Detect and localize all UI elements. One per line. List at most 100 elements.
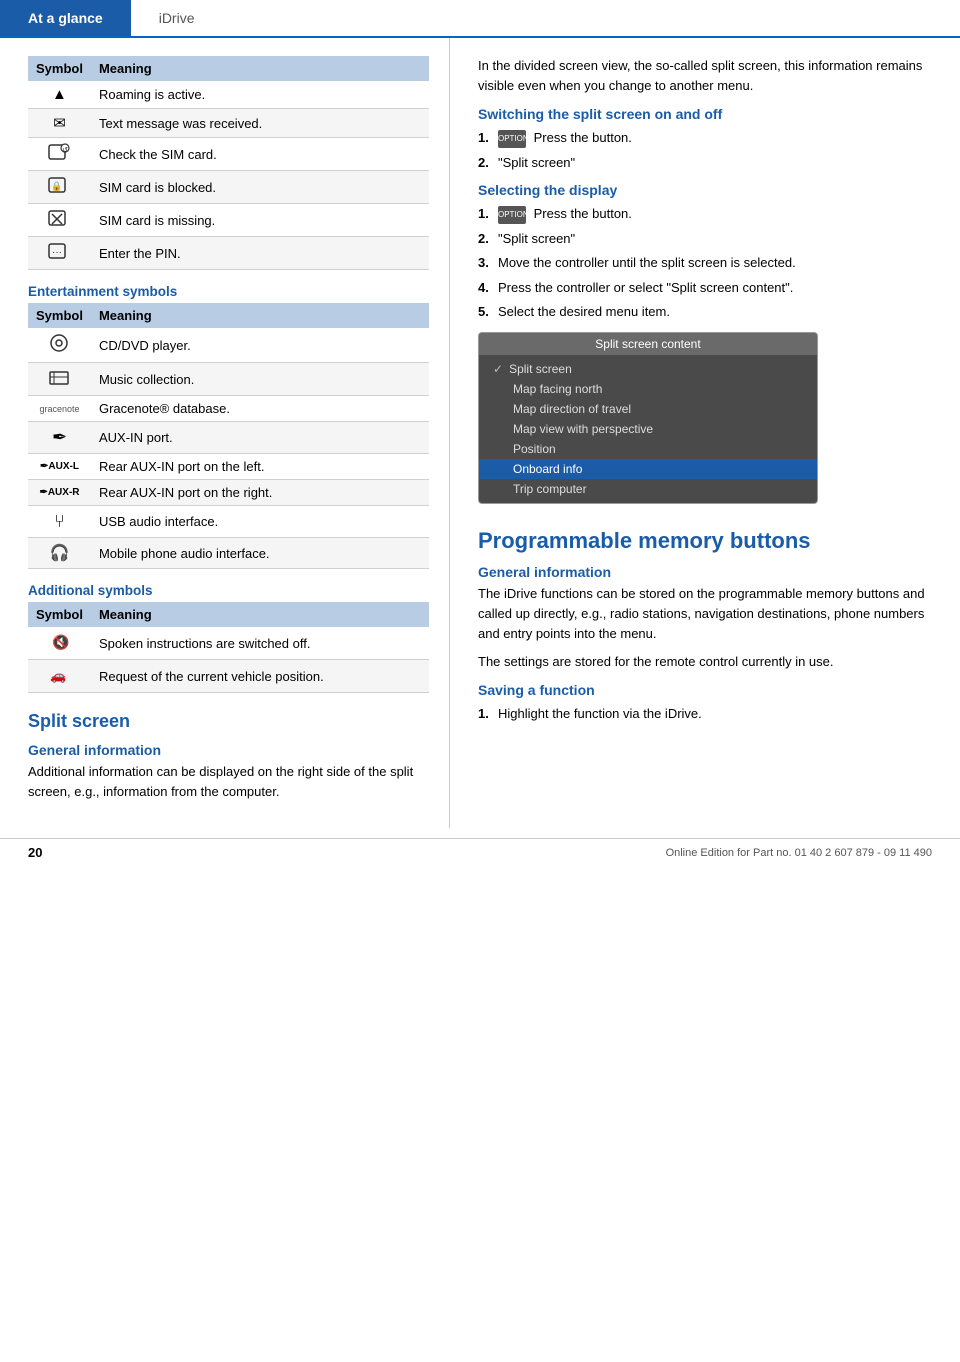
saving-steps-list: 1. Highlight the function via the iDrive…: [478, 704, 932, 724]
list-item: 2. "Split screen": [478, 229, 932, 249]
list-item: 5. Select the desired menu item.: [478, 302, 932, 322]
table-row: ✒AUX-L Rear AUX-IN port on the left.: [28, 454, 429, 480]
list-item: 2. "Split screen": [478, 153, 932, 173]
meaning-cell: AUX-IN port.: [91, 422, 429, 454]
footer-online-text: Online Edition for Part no. 01 40 2 607 …: [666, 847, 932, 859]
symbol-cell: 🔒: [28, 171, 91, 204]
programmable-memory-heading: Programmable memory buttons: [478, 528, 932, 554]
symbol-cell: 🎧: [28, 538, 91, 569]
table-row: ✒AUX-R Rear AUX-IN port on the right.: [28, 480, 429, 506]
meaning-cell: Music collection.: [91, 363, 429, 396]
table-row: ↺ Check the SIM card.: [28, 138, 429, 171]
meaning-cell: CD/DVD player.: [91, 328, 429, 363]
tab-at-a-glance[interactable]: At a glance: [0, 0, 131, 36]
meaning-cell: Mobile phone audio interface.: [91, 538, 429, 569]
table-row: 🔇 Spoken instructions are switched off.: [28, 627, 429, 660]
meaning-cell: Gracenote® database.: [91, 396, 429, 422]
list-item: Map direction of travel: [479, 399, 817, 419]
meaning-cell: SIM card is missing.: [91, 204, 429, 237]
list-item: ✓ Split screen: [479, 359, 817, 379]
svg-text:···: ···: [52, 247, 62, 258]
add-col-symbol: Symbol: [28, 602, 91, 627]
intro-text: In the divided screen view, the so-calle…: [478, 56, 932, 96]
svg-text:↺: ↺: [63, 147, 69, 154]
symbol-cell: [28, 204, 91, 237]
table-row: SIM card is missing.: [28, 204, 429, 237]
right-column: In the divided screen view, the so-calle…: [450, 38, 960, 828]
phone-symbols-table: Symbol Meaning ▲ Roaming is active. ✉ Te…: [28, 56, 429, 270]
switching-steps-list: 1. OPTION Press the button. 2. "Split sc…: [478, 128, 932, 172]
symbol-cell: gracenote: [28, 396, 91, 422]
page-body: Symbol Meaning ▲ Roaming is active. ✉ Te…: [0, 38, 960, 828]
svg-text:🔒: 🔒: [52, 181, 63, 191]
svg-text:🔇: 🔇: [52, 634, 69, 650]
saving-function-heading: Saving a function: [478, 682, 932, 698]
symbol-cell: ✒AUX-L: [28, 454, 91, 480]
tab-idrive[interactable]: iDrive: [131, 0, 223, 36]
add-col-meaning: Meaning: [91, 602, 429, 627]
list-item: 1. Highlight the function via the iDrive…: [478, 704, 932, 724]
switching-heading: Switching the split screen on and off: [478, 106, 932, 122]
option-button-icon: OPTION: [498, 130, 526, 148]
programmable-general-info-heading: General information: [478, 564, 932, 580]
split-screen-section: Split screen General information Additio…: [28, 711, 429, 802]
symbol-cell: 🚗: [28, 660, 91, 693]
symbol-cell: ▲: [28, 81, 91, 109]
table-row: 🚗 Request of the current vehicle positio…: [28, 660, 429, 693]
meaning-cell: Rear AUX-IN port on the right.: [91, 480, 429, 506]
meaning-cell: USB audio interface.: [91, 506, 429, 538]
table-row: ✒ AUX-IN port.: [28, 422, 429, 454]
symbol-cell: ···: [28, 237, 91, 270]
table-row: 🔒 SIM card is blocked.: [28, 171, 429, 204]
symbol-cell: ✒AUX-R: [28, 480, 91, 506]
split-screen-box-title: Split screen content: [479, 333, 817, 355]
selecting-steps-list: 1. OPTION Press the button. 2. "Split sc…: [478, 204, 932, 322]
list-item: Position: [479, 439, 817, 459]
entertainment-symbols-table: Symbol Meaning CD/DVD player. Music coll…: [28, 303, 429, 569]
entertainment-symbols-heading: Entertainment symbols: [28, 284, 429, 299]
list-item: 3. Move the controller until the split s…: [478, 253, 932, 273]
meaning-cell: Roaming is active.: [91, 81, 429, 109]
option-button-icon: OPTION: [498, 206, 526, 224]
list-item: 4. Press the controller or select "Split…: [478, 278, 932, 298]
symbol-cell: ✒: [28, 422, 91, 454]
list-item: 1. OPTION Press the button.: [478, 128, 932, 148]
symbol-cell: 🔇: [28, 627, 91, 660]
symbol-cell: [28, 328, 91, 363]
list-item-highlighted: Onboard info: [479, 459, 817, 479]
table-row: ⑂ USB audio interface.: [28, 506, 429, 538]
split-screen-heading: Split screen: [28, 711, 429, 732]
symbol-cell: ⑂: [28, 506, 91, 538]
ent-col-symbol: Symbol: [28, 303, 91, 328]
phone-col-meaning: Meaning: [91, 56, 429, 81]
phone-col-symbol: Symbol: [28, 56, 91, 81]
list-item: 1. OPTION Press the button.: [478, 204, 932, 224]
split-screen-content-box: Split screen content ✓ Split screen Map …: [478, 332, 818, 504]
meaning-cell: Text message was received.: [91, 109, 429, 138]
meaning-cell: SIM card is blocked.: [91, 171, 429, 204]
meaning-cell: Enter the PIN.: [91, 237, 429, 270]
additional-symbols-table: Symbol Meaning 🔇 Spoken instructions are…: [28, 602, 429, 693]
split-screen-box-items: ✓ Split screen Map facing north Map dire…: [479, 355, 817, 503]
tab-bar: At a glance iDrive: [0, 0, 960, 38]
list-item: Map facing north: [479, 379, 817, 399]
page-number: 20: [28, 845, 42, 860]
symbol-cell: [28, 363, 91, 396]
table-row: ✉ Text message was received.: [28, 109, 429, 138]
split-screen-general-info-heading: General information: [28, 742, 429, 758]
svg-text:🚗: 🚗: [50, 668, 66, 683]
programmable-general-info-para2: The settings are stored for the remote c…: [478, 652, 932, 672]
table-row: 🎧 Mobile phone audio interface.: [28, 538, 429, 569]
page-footer: 20 Online Edition for Part no. 01 40 2 6…: [0, 838, 960, 866]
table-row: ▲ Roaming is active.: [28, 81, 429, 109]
selecting-heading: Selecting the display: [478, 182, 932, 198]
meaning-cell: Rear AUX-IN port on the left.: [91, 454, 429, 480]
table-row: gracenote Gracenote® database.: [28, 396, 429, 422]
meaning-cell: Request of the current vehicle position.: [91, 660, 429, 693]
table-row: ··· Enter the PIN.: [28, 237, 429, 270]
ent-col-meaning: Meaning: [91, 303, 429, 328]
list-item: Map view with perspective: [479, 419, 817, 439]
symbol-cell: ↺: [28, 138, 91, 171]
symbol-cell: ✉: [28, 109, 91, 138]
table-row: CD/DVD player.: [28, 328, 429, 363]
